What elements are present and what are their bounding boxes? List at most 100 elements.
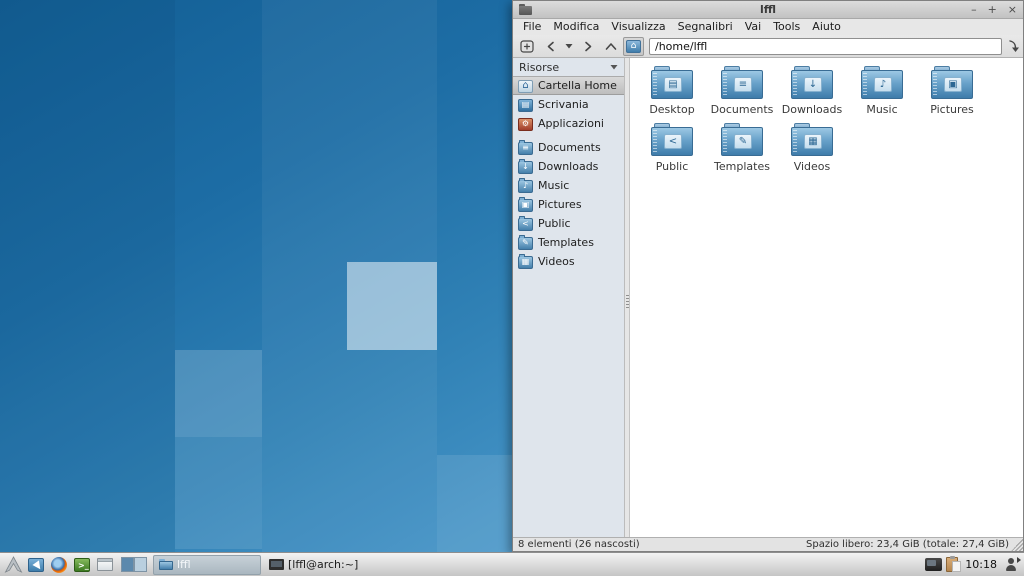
sidebar-item[interactable]: ✎ Templates: [513, 233, 624, 252]
file-name: Templates: [714, 160, 770, 173]
user-session-icon[interactable]: [1004, 557, 1019, 572]
menu-item[interactable]: Modifica: [547, 19, 605, 35]
sidebar-item-icon: ▣: [518, 199, 533, 212]
forward-icon: [583, 41, 593, 52]
sidebar-item[interactable]: ▦ Videos: [513, 252, 624, 271]
folder-emblem-icon: ≡: [734, 77, 752, 92]
sidebar-item-label: Pictures: [538, 198, 582, 211]
sidebar-item[interactable]: ⚙ Applicazioni: [513, 114, 624, 133]
file-item[interactable]: ♪ Music: [847, 63, 917, 120]
sidebar-item-emblem: ≡: [522, 144, 529, 152]
file-item[interactable]: ✎ Templates: [707, 120, 777, 177]
statusbar-items-count: 8 elementi (26 nascosti): [518, 539, 640, 550]
statusbar-free-space: Spazio libero: 23,4 GiB (totale: 27,4 Gi…: [806, 539, 1009, 550]
chevron-down-icon: [565, 43, 573, 49]
folder-emblem-icon: <: [664, 134, 682, 149]
display-tray-icon[interactable]: [925, 558, 942, 571]
menu-item[interactable]: Visualizza: [605, 19, 671, 35]
file-item[interactable]: ≡ Documents: [707, 63, 777, 120]
sidebar-item[interactable]: ⌂ Cartella Home: [513, 76, 624, 95]
workspace-button[interactable]: [134, 557, 147, 572]
splitter-grip-icon: [626, 295, 629, 309]
sidebar-item[interactable]: ▤ Scrivania: [513, 95, 624, 114]
file-name: Videos: [794, 160, 831, 173]
file-name: Pictures: [930, 103, 974, 116]
clipboard-tray-icon[interactable]: [946, 557, 958, 572]
file-item[interactable]: ▤ Desktop: [637, 63, 707, 120]
maximize-button[interactable]: +: [988, 2, 997, 18]
window-title: lffl: [513, 3, 1023, 16]
minimize-button[interactable]: –: [971, 2, 977, 18]
file-item[interactable]: ▣ Pictures: [917, 63, 987, 120]
sidebar-item[interactable]: ≡ Documents: [513, 138, 624, 157]
arch-menu-button[interactable]: [3, 555, 23, 575]
back-button[interactable]: [540, 37, 561, 56]
icon-view[interactable]: ▤ Desktop ≡ Documents: [630, 58, 1023, 537]
sidebar-item-label: Documents: [538, 141, 601, 154]
firefox-launcher[interactable]: [49, 555, 69, 575]
sidebar-item-emblem: ▤: [522, 101, 530, 109]
folder-emblem-icon: ▣: [944, 77, 962, 92]
sidebar-item-label: Applicazioni: [538, 117, 604, 130]
task-button-terminal[interactable]: [lffl@arch:~]: [264, 555, 410, 575]
firefox-icon: [51, 557, 67, 573]
sidebar-item-emblem: <: [522, 220, 529, 228]
sidebar-item-label: Downloads: [538, 160, 598, 173]
resize-grip[interactable]: [1011, 539, 1023, 551]
sidebar-item-label: Scrivania: [538, 98, 589, 111]
chevron-down-icon[interactable]: [610, 64, 618, 70]
path-input[interactable]: [649, 38, 1002, 55]
sidebar-item[interactable]: ▣ Pictures: [513, 195, 624, 214]
up-button[interactable]: [600, 37, 621, 56]
menu-item[interactable]: Tools: [767, 19, 806, 35]
file-manager-launcher[interactable]: [26, 555, 46, 575]
menubar: FileModificaVisualizzaSegnalibriVaiTools…: [513, 19, 1023, 35]
home-button[interactable]: ⌂: [623, 37, 644, 56]
terminal-launcher[interactable]: >_: [72, 555, 92, 575]
sidebar-item[interactable]: < Public: [513, 214, 624, 233]
folder-icon: ✎: [721, 123, 763, 156]
menu-item[interactable]: Vai: [739, 19, 767, 35]
clock[interactable]: 10:18: [965, 558, 997, 571]
wallpaper-band: [0, 0, 175, 552]
sidebar-item[interactable]: ♪ Music: [513, 176, 624, 195]
menu-item[interactable]: File: [517, 19, 547, 35]
up-icon: [605, 42, 617, 51]
folder-icon: [159, 559, 173, 570]
folder-emblem-icon: ↓: [804, 77, 822, 92]
folder-icon: ♪: [861, 66, 903, 99]
folder-icon: ▣: [931, 66, 973, 99]
forward-button[interactable]: [577, 37, 598, 56]
folder-icon: ↓: [791, 66, 833, 99]
jump-to-button[interactable]: [1007, 37, 1019, 56]
folder-icon: ▤: [651, 66, 693, 99]
sidebar: Risorse ⌂ Cartella Home: [513, 58, 625, 537]
folder-emblem-icon: ✎: [734, 134, 752, 149]
sidebar-item-label: Templates: [538, 236, 594, 249]
file-item[interactable]: ▦ Videos: [777, 120, 847, 177]
history-dropdown-button[interactable]: [563, 37, 575, 56]
task-button-file-manager[interactable]: lffl: [153, 555, 261, 575]
pane-splitter[interactable]: [625, 58, 630, 537]
sidebar-item[interactable]: ↓ Downloads: [513, 157, 624, 176]
menu-item[interactable]: Segnalibri: [672, 19, 739, 35]
menu-item[interactable]: Aiuto: [806, 19, 847, 35]
file-item[interactable]: ↓ Downloads: [777, 63, 847, 120]
file-item[interactable]: < Public: [637, 120, 707, 177]
wallpaper-square: [175, 437, 262, 549]
close-button[interactable]: ×: [1008, 2, 1017, 18]
folder-icon: ▦: [791, 123, 833, 156]
show-desktop-button[interactable]: [95, 555, 115, 575]
new-tab-button[interactable]: [517, 37, 538, 56]
monitor-icon: [269, 559, 284, 570]
window-titlebar[interactable]: lffl – + ×: [513, 1, 1023, 19]
folder-emblem-icon: ♪: [874, 77, 892, 92]
show-desktop-icon: [97, 558, 113, 571]
file-name: Public: [656, 160, 689, 173]
file-name: Music: [866, 103, 897, 116]
sidebar-item-icon: ♪: [518, 180, 533, 193]
workspace-button[interactable]: [121, 557, 134, 572]
sidebar-header[interactable]: Risorse: [513, 58, 624, 76]
file-manager-icon: [28, 558, 44, 572]
task-label: [lffl@arch:~]: [288, 558, 358, 571]
